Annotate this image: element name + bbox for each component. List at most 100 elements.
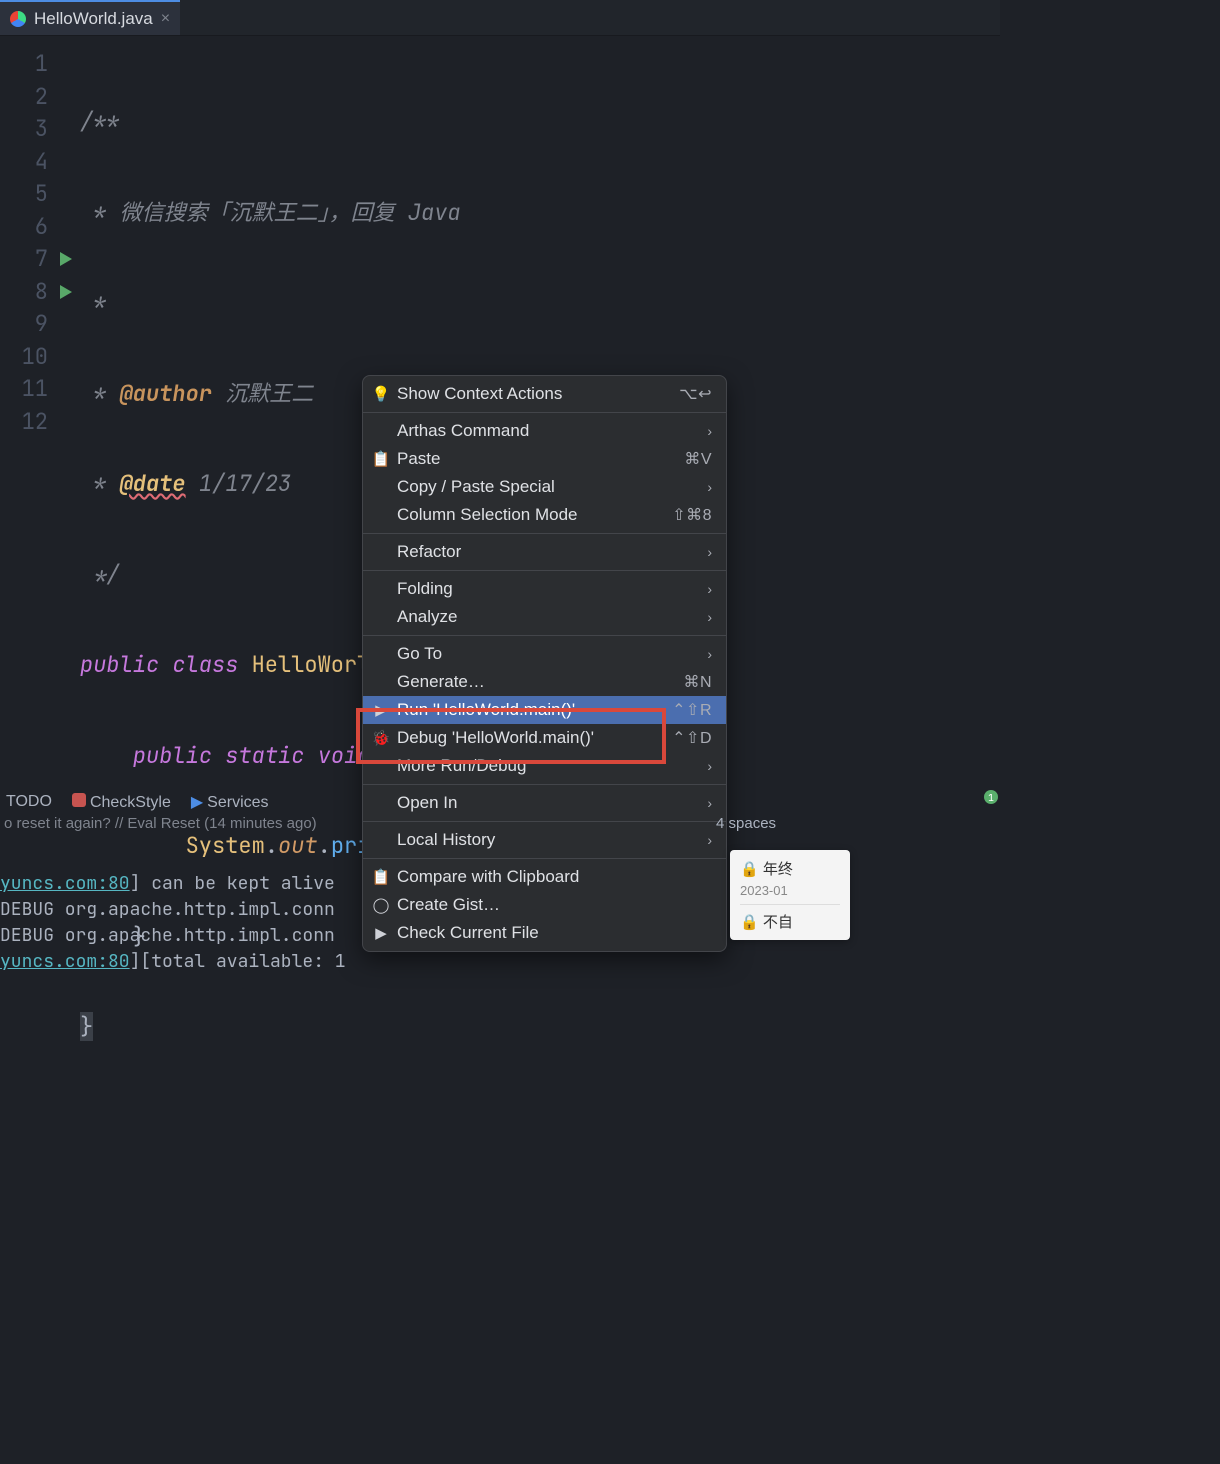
context-menu: 💡 Show Context Actions ⌥↩ Arthas Command…: [362, 375, 727, 952]
menu-more-run-debug[interactable]: More Run/Debug ›: [363, 752, 726, 780]
chevron-right-icon: ›: [707, 423, 712, 439]
menu-label: Debug 'HelloWorld.main()': [397, 728, 666, 748]
menu-local-history[interactable]: Local History ›: [363, 826, 726, 854]
github-icon: ◯: [371, 896, 391, 914]
menu-label: Column Selection Mode: [397, 505, 666, 525]
chevron-right-icon: ›: [707, 795, 712, 811]
line-number: 6: [0, 211, 80, 244]
play-icon: ▶: [371, 924, 391, 942]
menu-label: Show Context Actions: [397, 384, 673, 404]
play-icon: ▶: [371, 701, 391, 719]
comment: * 微信搜索「沉默王二」，回复: [80, 198, 408, 227]
tab-bar: HelloWorld.java ×: [0, 0, 1000, 36]
console-link[interactable]: yuncs.com:80: [0, 950, 130, 973]
menu-open-in[interactable]: Open In ›: [363, 789, 726, 817]
popup-subtitle: 🔒 不自: [740, 904, 840, 932]
java-file-icon: [10, 11, 26, 27]
menu-compare-clipboard[interactable]: 📋 Compare with Clipboard: [363, 863, 726, 891]
menu-shortcut: ⌘N: [683, 672, 712, 692]
menu-shortcut: ⌥↩: [679, 384, 712, 404]
console-text: DEBUG org.apache.http.impl.conn: [0, 924, 335, 947]
javadoc-tag: @date: [120, 469, 186, 498]
tool-todo[interactable]: TODO: [6, 793, 52, 811]
menu-label: Run 'HelloWorld.main()': [397, 700, 666, 720]
clipboard-icon: 📋: [371, 450, 391, 468]
menu-shortcut: ⇧⌘8: [672, 505, 712, 525]
popup-text: 不自: [763, 914, 793, 931]
menu-label: Compare with Clipboard: [397, 867, 712, 887]
menu-debug[interactable]: 🐞 Debug 'HelloWorld.main()' ⌃⇧D: [363, 724, 726, 752]
menu-generate[interactable]: Generate… ⌘N: [363, 668, 726, 696]
line-number: 1: [0, 48, 80, 81]
menu-separator: [363, 635, 726, 636]
brace: }: [80, 1012, 93, 1041]
menu-copy-paste-special[interactable]: Copy / Paste Special ›: [363, 473, 726, 501]
keyword: public: [133, 741, 225, 770]
line-number: 4: [0, 146, 80, 179]
menu-shortcut: ⌘V: [684, 449, 712, 469]
menu-separator: [363, 821, 726, 822]
comment: *: [80, 379, 120, 408]
menu-separator: [363, 784, 726, 785]
menu-label: Create Gist…: [397, 895, 712, 915]
tool-checkstyle[interactable]: CheckStyle: [72, 793, 171, 812]
chevron-right-icon: ›: [707, 581, 712, 597]
chevron-right-icon: ›: [707, 758, 712, 774]
services-icon: ▶: [191, 794, 203, 811]
comment: *: [80, 469, 120, 498]
tab-filename: HelloWorld.java: [34, 9, 153, 29]
notification-badge[interactable]: 1: [984, 790, 998, 804]
keyword: static: [225, 741, 317, 770]
menu-show-context-actions[interactable]: 💡 Show Context Actions ⌥↩: [363, 380, 726, 408]
chevron-right-icon: ›: [707, 479, 712, 495]
line-number: 11: [0, 373, 80, 406]
javadoc-tag: @author: [120, 379, 212, 408]
status-indent[interactable]: 4 spaces: [716, 815, 776, 832]
menu-label: Open In: [397, 793, 701, 813]
menu-analyze[interactable]: Analyze ›: [363, 603, 726, 631]
menu-create-gist[interactable]: ◯ Create Gist…: [363, 891, 726, 919]
line-number: 10: [0, 341, 80, 374]
console-text: ][total available: 1: [130, 950, 346, 973]
menu-shortcut: ⌃⇧D: [672, 728, 712, 748]
menu-label: Arthas Command: [397, 421, 701, 441]
popup-date: 2023-01: [740, 883, 840, 898]
bug-icon: 🐞: [371, 729, 391, 747]
menu-arthas-command[interactable]: Arthas Command ›: [363, 417, 726, 445]
menu-run[interactable]: ▶ Run 'HelloWorld.main()' ⌃⇧R: [363, 696, 726, 724]
close-icon[interactable]: ×: [161, 10, 170, 28]
line-number: 3: [0, 113, 80, 146]
clipboard-compare-icon: 📋: [371, 868, 391, 886]
menu-label: Analyze: [397, 607, 701, 627]
menu-label: Generate…: [397, 672, 677, 692]
menu-paste[interactable]: 📋 Paste ⌘V: [363, 445, 726, 473]
line-number: 12: [0, 406, 80, 439]
comment: 沉默王二: [212, 379, 313, 408]
menu-refactor[interactable]: Refactor ›: [363, 538, 726, 566]
comment: 1/17/23: [186, 469, 292, 498]
menu-shortcut: ⌃⇧R: [672, 700, 712, 720]
menu-label: Check Current File: [397, 923, 712, 943]
comment: *: [80, 288, 106, 317]
menu-label: Go To: [397, 644, 701, 664]
notification-popup[interactable]: 🔒 年终 2023-01 🔒 不自: [730, 850, 850, 940]
menu-column-selection[interactable]: Column Selection Mode ⇧⌘8: [363, 501, 726, 529]
console-text: DEBUG org.apache.http.impl.conn: [0, 898, 335, 921]
menu-separator: [363, 533, 726, 534]
tool-services[interactable]: ▶Services: [191, 792, 269, 812]
console-output: yuncs.com:80] can be kept alive DEBUG or…: [0, 845, 360, 995]
bulb-icon: 💡: [371, 385, 391, 403]
menu-folding[interactable]: Folding ›: [363, 575, 726, 603]
menu-label: Copy / Paste Special: [397, 477, 701, 497]
menu-separator: [363, 412, 726, 413]
editor-tab[interactable]: HelloWorld.java ×: [0, 0, 180, 35]
menu-label: Paste: [397, 449, 678, 469]
line-number[interactable]: 8: [0, 276, 80, 309]
line-number: 9: [0, 308, 80, 341]
menu-check-current-file[interactable]: ▶ Check Current File: [363, 919, 726, 947]
menu-goto[interactable]: Go To ›: [363, 640, 726, 668]
chevron-right-icon: ›: [707, 832, 712, 848]
console-link[interactable]: yuncs.com:80: [0, 872, 130, 895]
menu-label: More Run/Debug: [397, 756, 701, 776]
line-number[interactable]: 7: [0, 243, 80, 276]
